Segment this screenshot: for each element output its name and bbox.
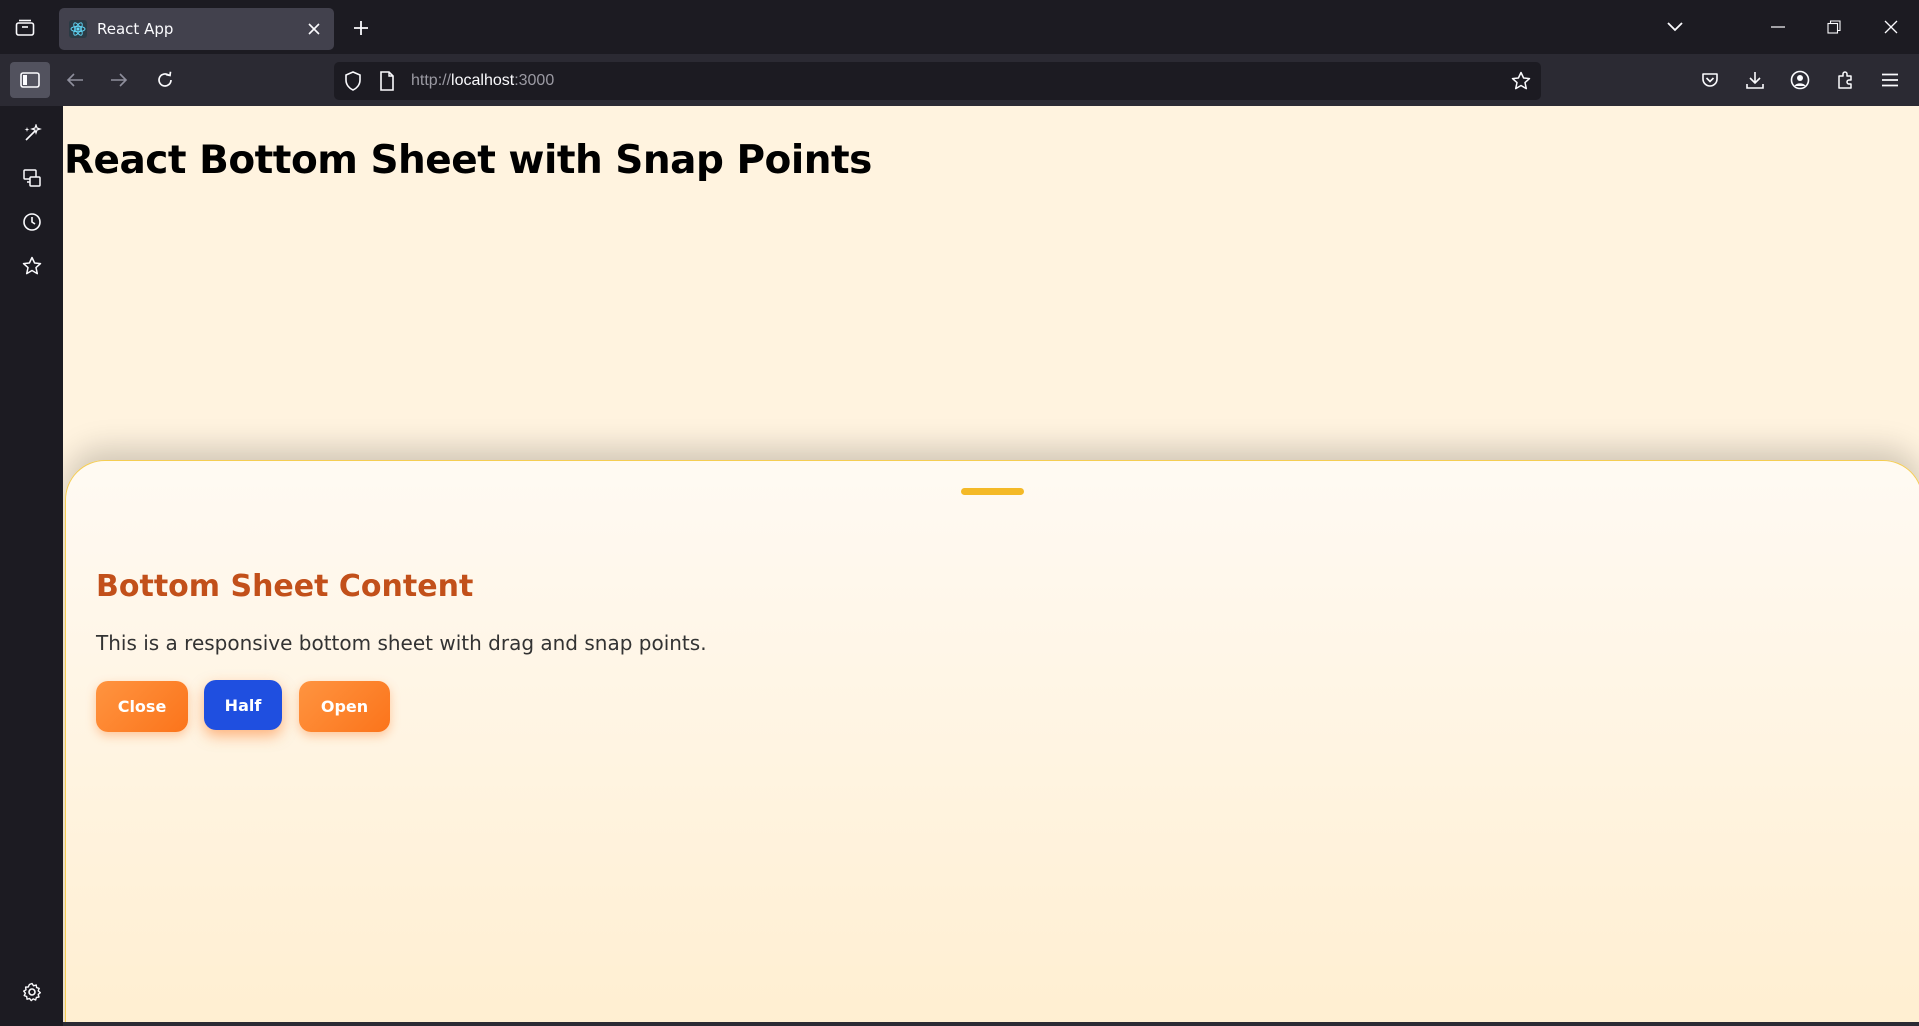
forward-icon[interactable] bbox=[104, 65, 134, 95]
bookmark-star-icon[interactable] bbox=[1511, 71, 1531, 91]
bookmarks-icon[interactable] bbox=[18, 252, 46, 280]
close-tab-icon[interactable] bbox=[304, 19, 324, 39]
back-icon[interactable] bbox=[60, 65, 90, 95]
url-text[interactable]: http://localhost:3000 bbox=[411, 72, 554, 90]
page-info-icon[interactable] bbox=[379, 71, 395, 91]
tab-list-icon[interactable] bbox=[12, 15, 38, 41]
restore-icon[interactable] bbox=[1821, 14, 1847, 40]
sheet-title: Bottom Sheet Content bbox=[96, 569, 474, 604]
url-host: localhost bbox=[451, 72, 515, 89]
list-all-tabs-icon[interactable] bbox=[1662, 14, 1688, 40]
tab-bar: React App bbox=[0, 0, 1919, 54]
ai-chatbot-icon[interactable] bbox=[18, 120, 46, 148]
sheet-description: This is a responsive bottom sheet with d… bbox=[96, 631, 707, 655]
bottom-sheet[interactable]: Bottom Sheet Content This is a responsiv… bbox=[65, 460, 1919, 1022]
sidebar-toggle-icon[interactable] bbox=[10, 62, 50, 98]
account-icon[interactable] bbox=[1785, 65, 1815, 95]
pocket-icon[interactable] bbox=[1695, 65, 1725, 95]
url-port: :3000 bbox=[514, 72, 555, 89]
window-bottom-edge bbox=[63, 1022, 1919, 1026]
page-content: React Bottom Sheet with Snap Points Bott… bbox=[63, 106, 1919, 1022]
url-bar[interactable]: http://localhost:3000 bbox=[334, 62, 1541, 100]
drag-handle[interactable] bbox=[961, 488, 1024, 495]
react-logo-icon bbox=[69, 20, 87, 38]
synced-tabs-icon[interactable] bbox=[18, 164, 46, 192]
url-scheme: http:// bbox=[411, 72, 452, 89]
tab-title: React App bbox=[97, 20, 174, 38]
downloads-icon[interactable] bbox=[1740, 65, 1770, 95]
open-button[interactable]: Open bbox=[299, 681, 390, 732]
tracking-protection-icon[interactable] bbox=[344, 71, 362, 91]
extensions-icon[interactable] bbox=[1830, 65, 1860, 95]
tab-react-app[interactable]: React App bbox=[59, 8, 334, 50]
half-button[interactable]: Half bbox=[204, 680, 282, 730]
browser-sidebar bbox=[0, 106, 63, 1026]
navigation-bar: http://localhost:3000 bbox=[0, 54, 1919, 106]
close-window-icon[interactable] bbox=[1878, 14, 1904, 40]
history-icon[interactable] bbox=[18, 208, 46, 236]
close-button[interactable]: Close bbox=[96, 681, 188, 732]
settings-gear-icon[interactable] bbox=[18, 978, 46, 1006]
reload-icon[interactable] bbox=[150, 65, 180, 95]
menu-icon[interactable] bbox=[1875, 65, 1905, 95]
page-title: React Bottom Sheet with Snap Points bbox=[64, 138, 872, 183]
new-tab-icon[interactable] bbox=[348, 15, 374, 41]
minimize-icon[interactable] bbox=[1765, 14, 1791, 40]
